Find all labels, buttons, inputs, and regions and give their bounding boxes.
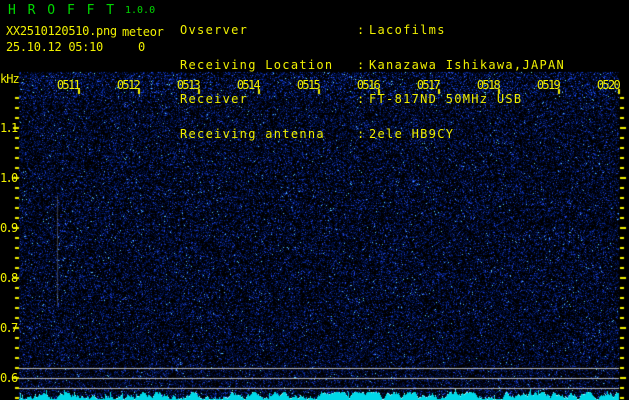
mode-label: meteor: [122, 25, 164, 39]
app-version: 1.0.0: [125, 5, 155, 16]
time-tick-label: 0513: [175, 78, 199, 92]
meteor-count: 0: [138, 40, 145, 54]
time-tick-label: 0517: [415, 78, 439, 92]
time-tick-label: 0511: [55, 78, 79, 92]
info-value: Lacofilms: [369, 25, 446, 37]
info-row-location: Receiving Location:Kanazawa Ishikawa,JAP…: [180, 60, 565, 72]
time-tick-label: 0512: [115, 78, 139, 92]
time-tick-label: 0520: [595, 78, 619, 92]
freq-tick-label: 0.9: [0, 221, 13, 235]
info-row-antenna: Receiving antenna:2ele HB9CY: [180, 129, 565, 141]
output-filename: XX2510120510.png: [6, 24, 117, 38]
freq-tick-label: 1.1: [0, 121, 13, 135]
info-label: Receiving antenna: [180, 129, 357, 141]
time-tick-label: 0519: [535, 78, 559, 92]
info-label: Receiver: [180, 94, 357, 106]
info-label: Ovserver: [180, 25, 357, 37]
info-value: Kanazawa Ishikawa,JAPAN: [369, 60, 565, 72]
info-separator: :: [357, 129, 369, 141]
freq-tick-label: 1.0: [0, 171, 13, 185]
info-separator: :: [357, 60, 369, 72]
info-separator: :: [357, 94, 369, 106]
freq-tick-label: 0.8: [0, 271, 13, 285]
freq-tick-label: 0.7: [0, 321, 13, 335]
info-value: FT-817ND 50MHz USB: [369, 94, 522, 106]
hrofft-window: H R O F F T 1.0.0 XX2510120510.png meteo…: [0, 0, 629, 400]
freq-unit-label: kHz: [0, 72, 19, 86]
time-tick-label: 0514: [235, 78, 259, 92]
info-row-observer: Ovserver:Lacofilms: [180, 25, 565, 37]
time-tick-label: 0515: [295, 78, 319, 92]
time-tick-label: 0516: [355, 78, 379, 92]
freq-tick-label: 0.6: [0, 371, 13, 385]
info-value: 2ele HB9CY: [369, 129, 454, 141]
info-separator: :: [357, 25, 369, 37]
time-tick-label: 0518: [475, 78, 499, 92]
info-row-receiver: Receiver:FT-817ND 50MHz USB: [180, 94, 565, 106]
app-title: H R O F F T: [8, 3, 116, 18]
date-time: 25.10.12 05:10: [6, 40, 103, 54]
info-label: Receiving Location: [180, 60, 357, 72]
